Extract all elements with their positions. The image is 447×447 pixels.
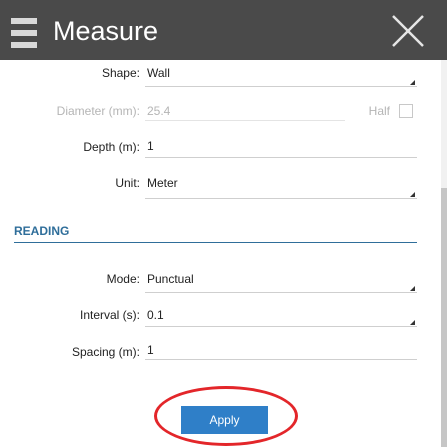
half-checkbox[interactable] (399, 104, 413, 118)
diameter-underline (145, 120, 345, 121)
interval-label: Interval (s): (79, 308, 140, 322)
mode-label: Mode: (106, 272, 140, 286)
dropdown-arrow-icon[interactable] (410, 192, 415, 197)
mode-underline (145, 292, 417, 293)
section-divider (14, 242, 417, 243)
spacing-input[interactable]: 1 (147, 343, 154, 357)
dropdown-arrow-icon[interactable] (410, 320, 415, 325)
interval-underline (145, 326, 417, 327)
unit-select[interactable]: Meter (147, 176, 178, 190)
reading-section-title: READING (14, 224, 70, 238)
page-title: Measure (53, 16, 159, 46)
depth-underline (145, 157, 417, 158)
header-bar: Measure (0, 0, 447, 60)
depth-label: Depth (m): (83, 140, 140, 154)
spacing-underline (145, 359, 417, 360)
interval-select[interactable]: 0.1 (147, 308, 164, 322)
mode-select[interactable]: Punctual (147, 272, 194, 286)
hamburger-icon[interactable] (11, 18, 37, 48)
diameter-label: Diameter (mm): (56, 104, 140, 118)
unit-underline (145, 198, 417, 199)
dropdown-arrow-icon[interactable] (410, 80, 415, 85)
close-icon[interactable] (391, 14, 425, 48)
highlight-circle (154, 386, 298, 446)
shape-underline (145, 86, 417, 87)
scrollbar-thumb[interactable] (441, 188, 447, 447)
diameter-input[interactable]: 25.4 (147, 104, 170, 118)
shape-label: Shape: (101, 66, 140, 80)
dropdown-arrow-icon[interactable] (410, 286, 415, 291)
depth-input[interactable]: 1 (147, 139, 154, 153)
unit-label: Unit: (115, 176, 140, 190)
spacing-label: Spacing (m): (71, 345, 140, 359)
half-label: Half (368, 104, 390, 118)
shape-select[interactable]: Wall (147, 66, 170, 80)
